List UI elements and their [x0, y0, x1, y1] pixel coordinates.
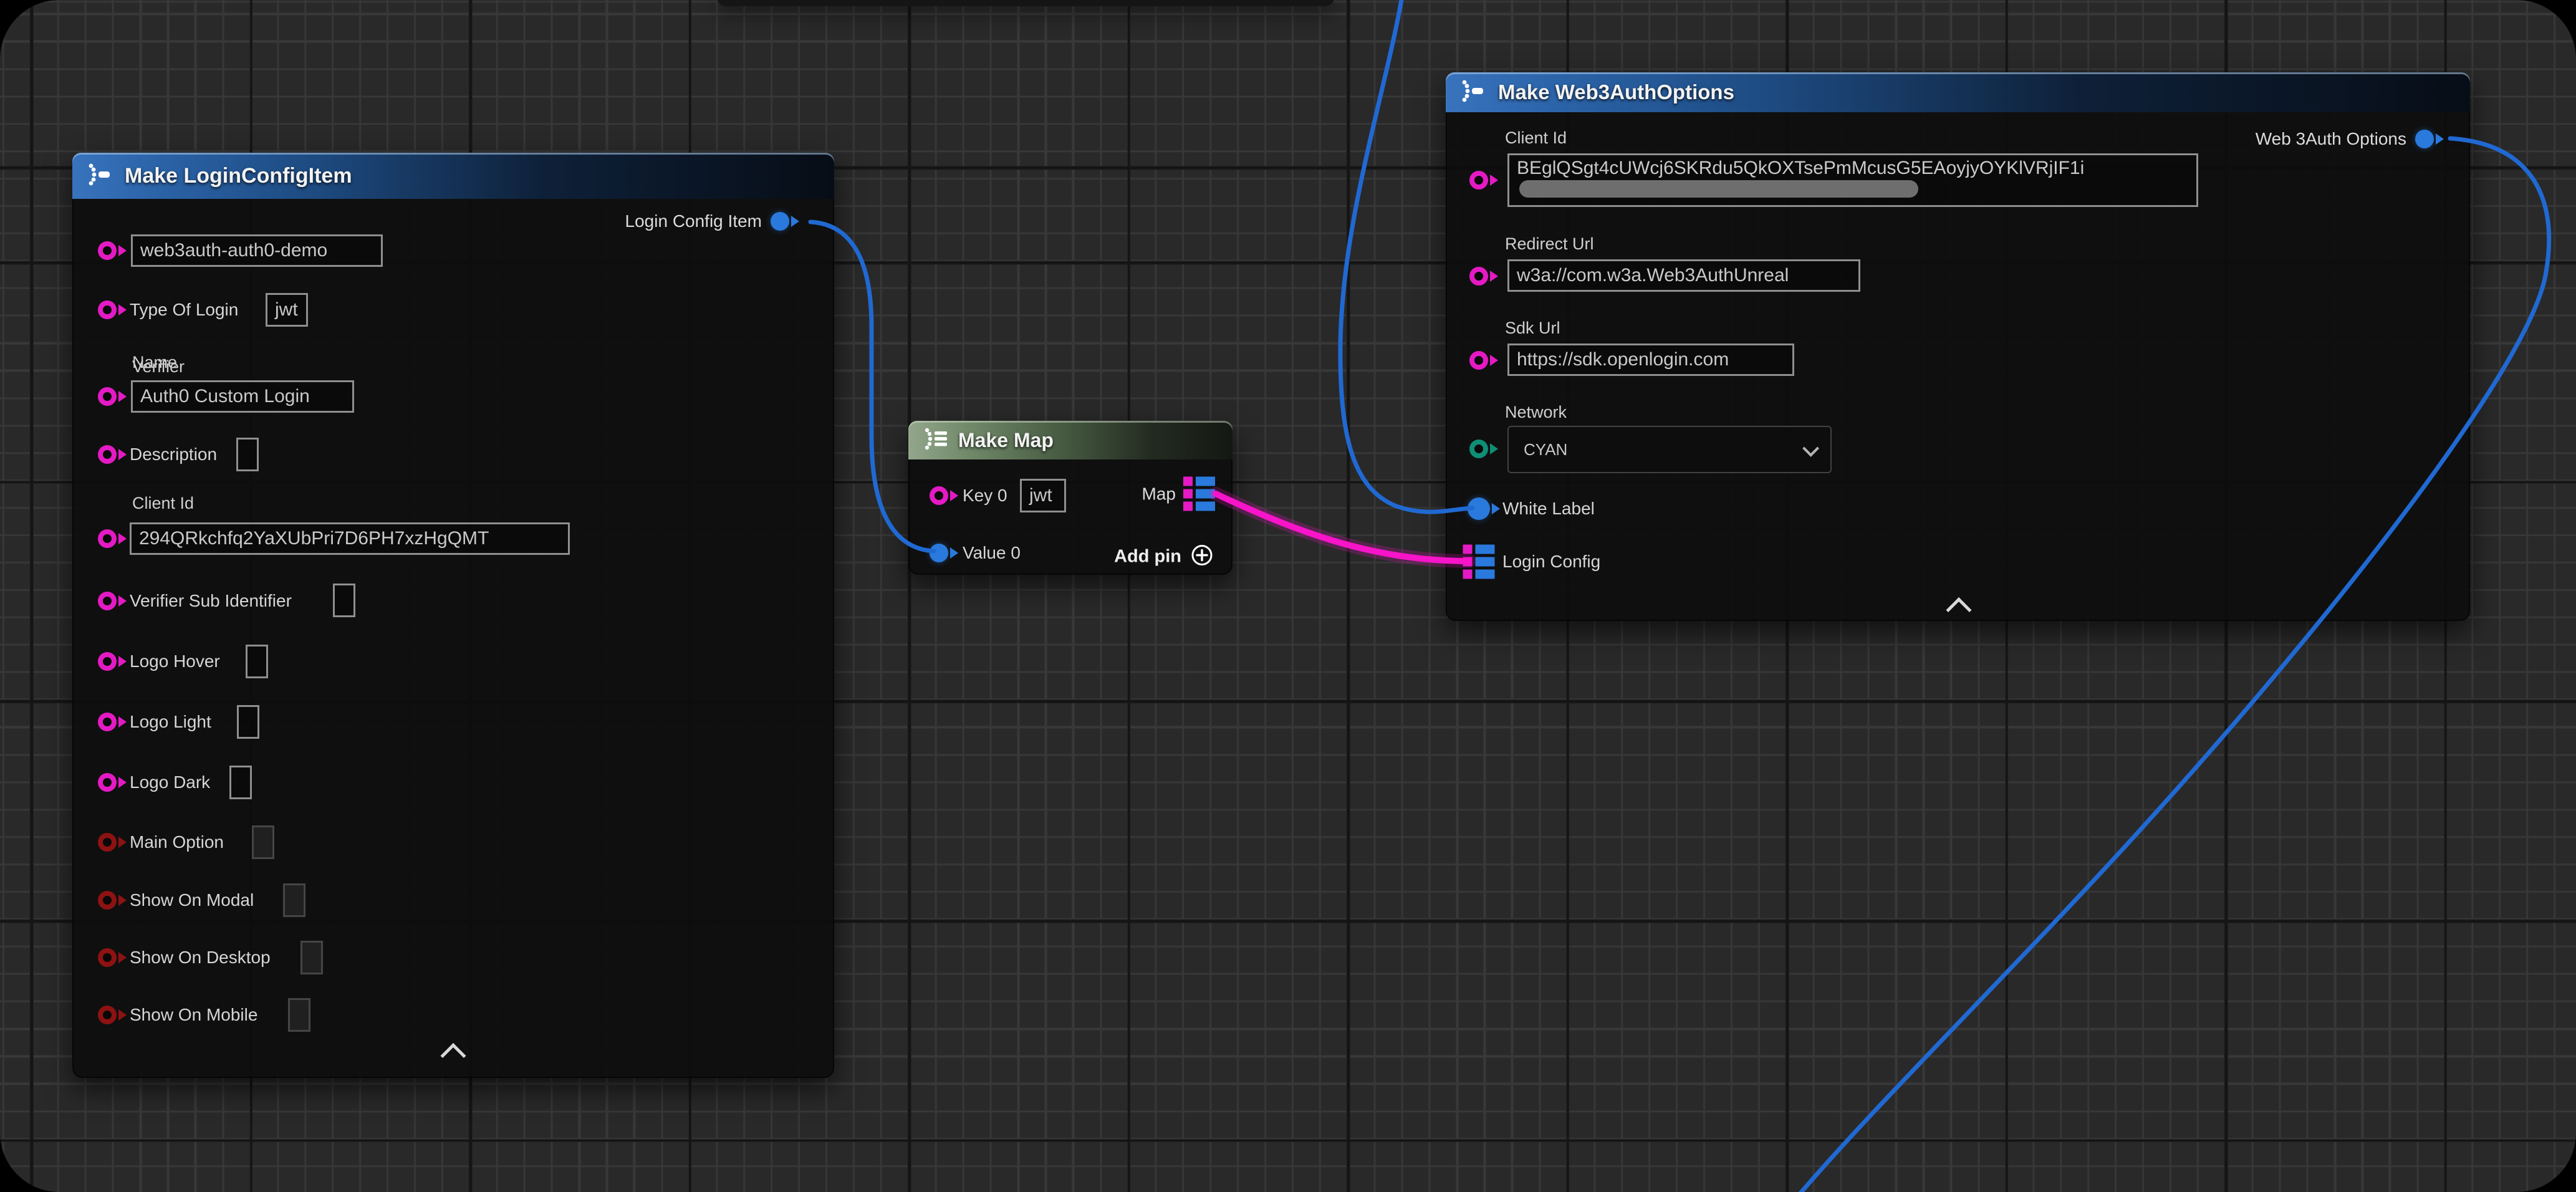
- collapse-node-chevron-icon[interactable]: [1946, 597, 1971, 623]
- map-output-label: Map: [1142, 484, 1176, 504]
- logo-dark-input[interactable]: [229, 766, 252, 799]
- make-struct-icon: [86, 162, 113, 190]
- collapse-node-chevron-icon[interactable]: [440, 1043, 466, 1069]
- make-map-icon: [922, 426, 949, 454]
- web3auth-options-output-pin[interactable]: [2415, 130, 2434, 148]
- verifier-sub-identifier-input[interactable]: [333, 584, 355, 617]
- logo-light-input[interactable]: [237, 705, 259, 739]
- network-dropdown[interactable]: CYAN: [1507, 426, 1832, 473]
- chevron-down-icon: [1802, 440, 1819, 456]
- add-pin-button[interactable]: Add pin: [1114, 544, 1214, 570]
- key-0-label: Key 0: [963, 486, 1007, 506]
- node-header-make-loginconfigitem[interactable]: Make LoginConfigItem: [72, 153, 834, 199]
- network-selected-value: CYAN: [1524, 440, 1567, 459]
- logo-hover-input[interactable]: [246, 645, 268, 678]
- show-on-desktop-checkbox[interactable]: [300, 941, 323, 974]
- client-id-input[interactable]: BEglQSgt4cUWcj6SKRdu5QkOXTsePmMcusG5EAoy…: [1507, 153, 2198, 207]
- sdk-url-label: Sdk Url: [1505, 319, 1560, 338]
- key-0-pin[interactable]: [930, 486, 948, 505]
- client-id-pin[interactable]: [1469, 171, 1488, 190]
- map-output-row: Map: [1142, 477, 1215, 511]
- type-of-login-input[interactable]: jwt: [266, 293, 308, 327]
- node-header-make-map[interactable]: Make Map: [908, 421, 1233, 459]
- description-label: Description: [130, 445, 217, 464]
- show-on-modal-checkbox[interactable]: [283, 883, 305, 917]
- node-header-make-web3authoptions[interactable]: Make Web3AuthOptions: [1446, 72, 2470, 112]
- description-pin[interactable]: [98, 445, 117, 464]
- show-on-mobile-checkbox[interactable]: [288, 998, 310, 1032]
- blueprint-graph-canvas[interactable]: Make LoginConfigItem Login Config Item V…: [0, 0, 2576, 1192]
- name-input[interactable]: Auth0 Custom Login: [131, 380, 354, 413]
- client-id-scrollbar[interactable]: [1519, 180, 1918, 198]
- wire-map-to-login-config-glow: [1216, 494, 1469, 561]
- logo-light-label: Logo Light: [130, 712, 211, 732]
- make-struct-icon: [1459, 79, 1487, 107]
- show-on-modal-pin[interactable]: [98, 891, 117, 910]
- verifier-input[interactable]: web3auth-auth0-demo: [131, 234, 383, 267]
- sdk-url-input[interactable]: https://sdk.openlogin.com: [1507, 344, 1794, 376]
- verifier-sub-identifier-pin[interactable]: [98, 592, 117, 610]
- redirect-url-pin[interactable]: [1469, 267, 1488, 286]
- type-of-login-label: Type Of Login: [130, 300, 238, 320]
- sdk-url-pin[interactable]: [1469, 351, 1488, 370]
- client-id-value: BEglQSgt4cUWcj6SKRdu5QkOXTsePmMcusG5EAoy…: [1517, 158, 2084, 179]
- verifier-pin[interactable]: [98, 241, 117, 260]
- client-id-pin[interactable]: [98, 529, 117, 548]
- output-row-login-config-item: Login Config Item: [625, 211, 799, 231]
- network-label: Network: [1505, 403, 1567, 422]
- redirect-url-label: Redirect Url: [1505, 234, 1594, 254]
- node-make-loginconfigitem[interactable]: Make LoginConfigItem Login Config Item V…: [72, 153, 834, 1078]
- node-make-web3authoptions[interactable]: Make Web3AuthOptions Web 3Auth Options C…: [1446, 72, 2470, 621]
- add-pin-plus-icon[interactable]: [1190, 544, 1214, 570]
- output-row-web3auth-options: Web 3Auth Options: [2256, 129, 2444, 149]
- value-0-label: Value 0: [963, 543, 1021, 563]
- key-0-input[interactable]: jwt: [1020, 479, 1066, 512]
- main-option-label: Main Option: [130, 832, 224, 852]
- white-label-label: White Label: [1502, 499, 1595, 519]
- logo-dark-pin[interactable]: [98, 773, 117, 792]
- web3auth-options-output-label: Web 3Auth Options: [2256, 129, 2406, 149]
- show-on-desktop-label: Show On Desktop: [130, 948, 271, 968]
- name-pin[interactable]: [98, 387, 117, 406]
- login-config-label: Login Config: [1502, 552, 1600, 572]
- main-option-pin[interactable]: [98, 833, 117, 852]
- node-title: Make LoginConfigItem: [125, 164, 352, 188]
- node-title: Make Web3AuthOptions: [1498, 80, 1734, 104]
- name-label: Name: [132, 353, 177, 372]
- logo-hover-label: Logo Hover: [130, 651, 220, 671]
- offscreen-node-bottom-edge: [717, 0, 1334, 6]
- show-on-modal-label: Show On Modal: [130, 890, 254, 910]
- show-on-mobile-label: Show On Mobile: [130, 1005, 257, 1025]
- output-pin-label: Login Config Item: [625, 211, 762, 231]
- main-option-checkbox[interactable]: [252, 825, 274, 859]
- node-make-map[interactable]: Make Map Key 0 jwt Map Value 0 Add pin: [908, 421, 1233, 575]
- node-title: Make Map: [958, 429, 1054, 452]
- client-id-input[interactable]: 294QRkchfq2YaXUbPri7D6PH7xzHgQMT: [130, 522, 570, 555]
- show-on-desktop-pin[interactable]: [98, 948, 117, 967]
- redirect-url-input[interactable]: w3a://com.w3a.Web3AuthUnreal: [1507, 259, 1860, 292]
- show-on-mobile-pin[interactable]: [98, 1006, 117, 1024]
- logo-dark-label: Logo Dark: [130, 772, 210, 792]
- login-config-item-output-pin[interactable]: [771, 212, 789, 231]
- type-of-login-pin[interactable]: [98, 300, 117, 319]
- client-id-label: Client Id: [1505, 128, 1567, 148]
- description-input[interactable]: [236, 438, 259, 471]
- add-pin-label: Add pin: [1114, 547, 1181, 567]
- verifier-sub-identifier-label: Verifier Sub Identifier: [130, 591, 292, 611]
- logo-light-pin[interactable]: [98, 713, 117, 731]
- client-id-label: Client Id: [132, 494, 194, 513]
- network-pin[interactable]: [1469, 440, 1488, 458]
- logo-hover-pin[interactable]: [98, 652, 117, 671]
